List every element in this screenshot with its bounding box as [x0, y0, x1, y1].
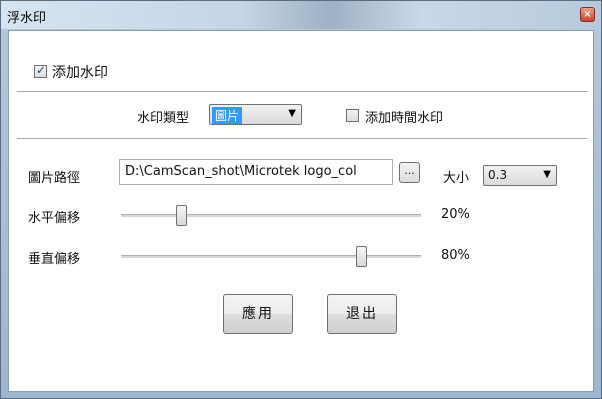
title-bar[interactable]: 浮水印 ×	[1, 1, 601, 29]
add-watermark-label: 添加水印	[52, 65, 108, 81]
vertical-offset-track[interactable]	[121, 255, 421, 258]
vertical-offset-label: 垂直偏移	[28, 252, 81, 267]
browse-button[interactable]: ...	[399, 162, 420, 183]
add-time-watermark-checkbox[interactable]	[346, 109, 359, 122]
chevron-down-icon: ▼	[543, 169, 551, 180]
horizontal-offset-label: 水平偏移	[28, 211, 81, 226]
browse-label: ...	[404, 164, 415, 177]
watermark-window: 浮水印 × 添加水印 水印類型 圖片 ▼ 添加時間水印 圖片路徑 D:\CamS…	[0, 0, 602, 399]
close-button[interactable]: ×	[580, 7, 595, 22]
chevron-down-icon: ▼	[288, 108, 296, 119]
image-path-field[interactable]: D:\CamScan_shot\Microtek logo_col	[119, 159, 393, 185]
image-path-label: 圖片路徑	[28, 171, 81, 186]
close-icon: ×	[583, 9, 592, 20]
size-select[interactable]: 0.3 ▼	[483, 165, 557, 186]
size-label: 大小	[443, 171, 470, 186]
exit-button[interactable]: 退出	[327, 294, 397, 334]
apply-button[interactable]: 應用	[223, 294, 293, 334]
add-watermark-checkbox[interactable]	[34, 63, 47, 78]
vertical-offset-value: 80%	[441, 248, 470, 263]
horizontal-offset-thumb[interactable]	[175, 205, 187, 226]
watermark-type-value: 圖片	[212, 107, 243, 124]
divider-middle	[17, 138, 587, 139]
watermark-type-label: 水印類型	[137, 111, 190, 126]
size-value: 0.3	[488, 168, 508, 182]
add-time-watermark-label: 添加時間水印	[365, 111, 444, 126]
window-title: 浮水印	[7, 11, 47, 26]
watermark-type-select[interactable]: 圖片 ▼	[209, 104, 302, 125]
divider-top	[17, 91, 587, 92]
dialog-body: 添加水印 水印類型 圖片 ▼ 添加時間水印 圖片路徑 D:\CamScan_sh…	[8, 30, 594, 392]
horizontal-offset-track[interactable]	[121, 214, 421, 217]
image-path-value: D:\CamScan_shot\Microtek logo_col	[125, 164, 357, 179]
vertical-offset-thumb[interactable]	[355, 246, 367, 267]
horizontal-offset-value: 20%	[441, 207, 470, 222]
